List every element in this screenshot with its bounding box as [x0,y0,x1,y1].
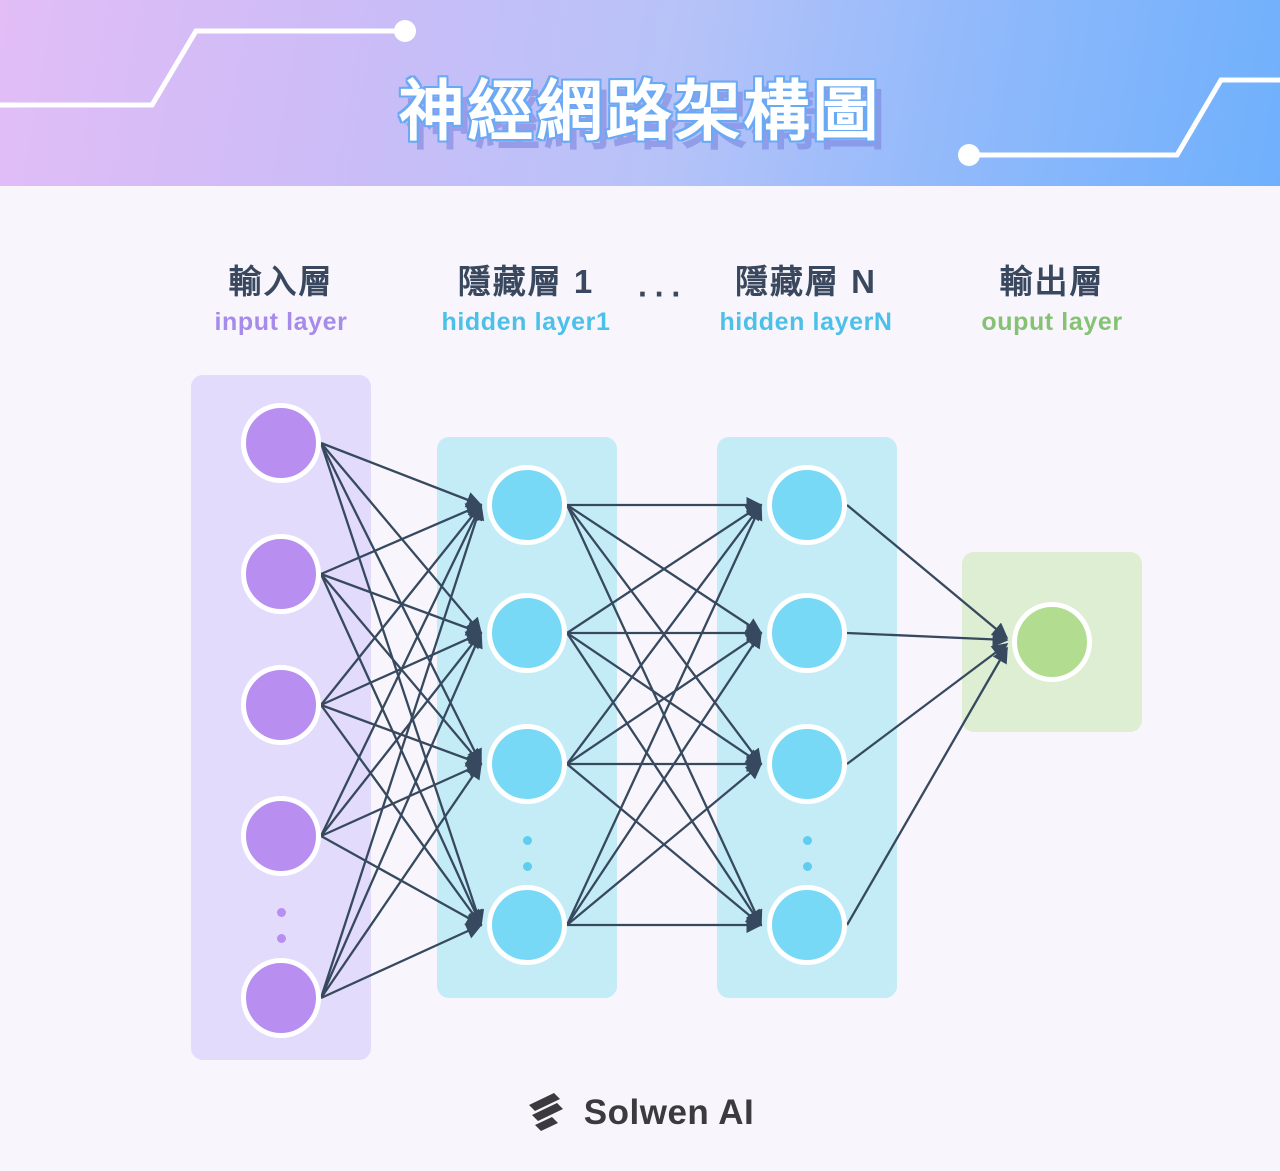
node-input-5[interactable] [241,958,321,1038]
footer-brand: Solwen AI [0,1078,1280,1148]
node-input-3[interactable] [241,665,321,745]
node-input-4[interactable] [241,796,321,876]
node-output-1[interactable] [1012,602,1092,682]
node-hidden1-2[interactable] [487,593,567,673]
node-hidden1-4[interactable] [487,885,567,965]
node-hiddenN-3[interactable] [767,724,847,804]
page-title: 神經網路架構圖 [398,74,882,148]
neural-network-infographic: 神經網路架構圖 輸入層 input layer 隱藏層 1 hidden lay… [0,0,1280,1171]
brand-name-label: Solwen AI [583,1093,755,1132]
node-hidden1-1[interactable] [487,465,567,545]
node-hiddenN-1[interactable] [767,465,847,545]
node-hidden1-3[interactable] [487,724,567,804]
header-banner: 神經網路架構圖 [0,0,1280,186]
node-hiddenN-2[interactable] [767,593,847,673]
node-input-1[interactable] [241,403,321,483]
diagram-area: 輸入層 input layer 隱藏層 1 hidden layer1 ··· … [0,186,1280,1086]
node-hiddenN-4[interactable] [767,885,847,965]
solwen-logo-icon [528,1093,563,1131]
deco-dot-left [394,20,416,42]
node-input-2[interactable] [241,534,321,614]
